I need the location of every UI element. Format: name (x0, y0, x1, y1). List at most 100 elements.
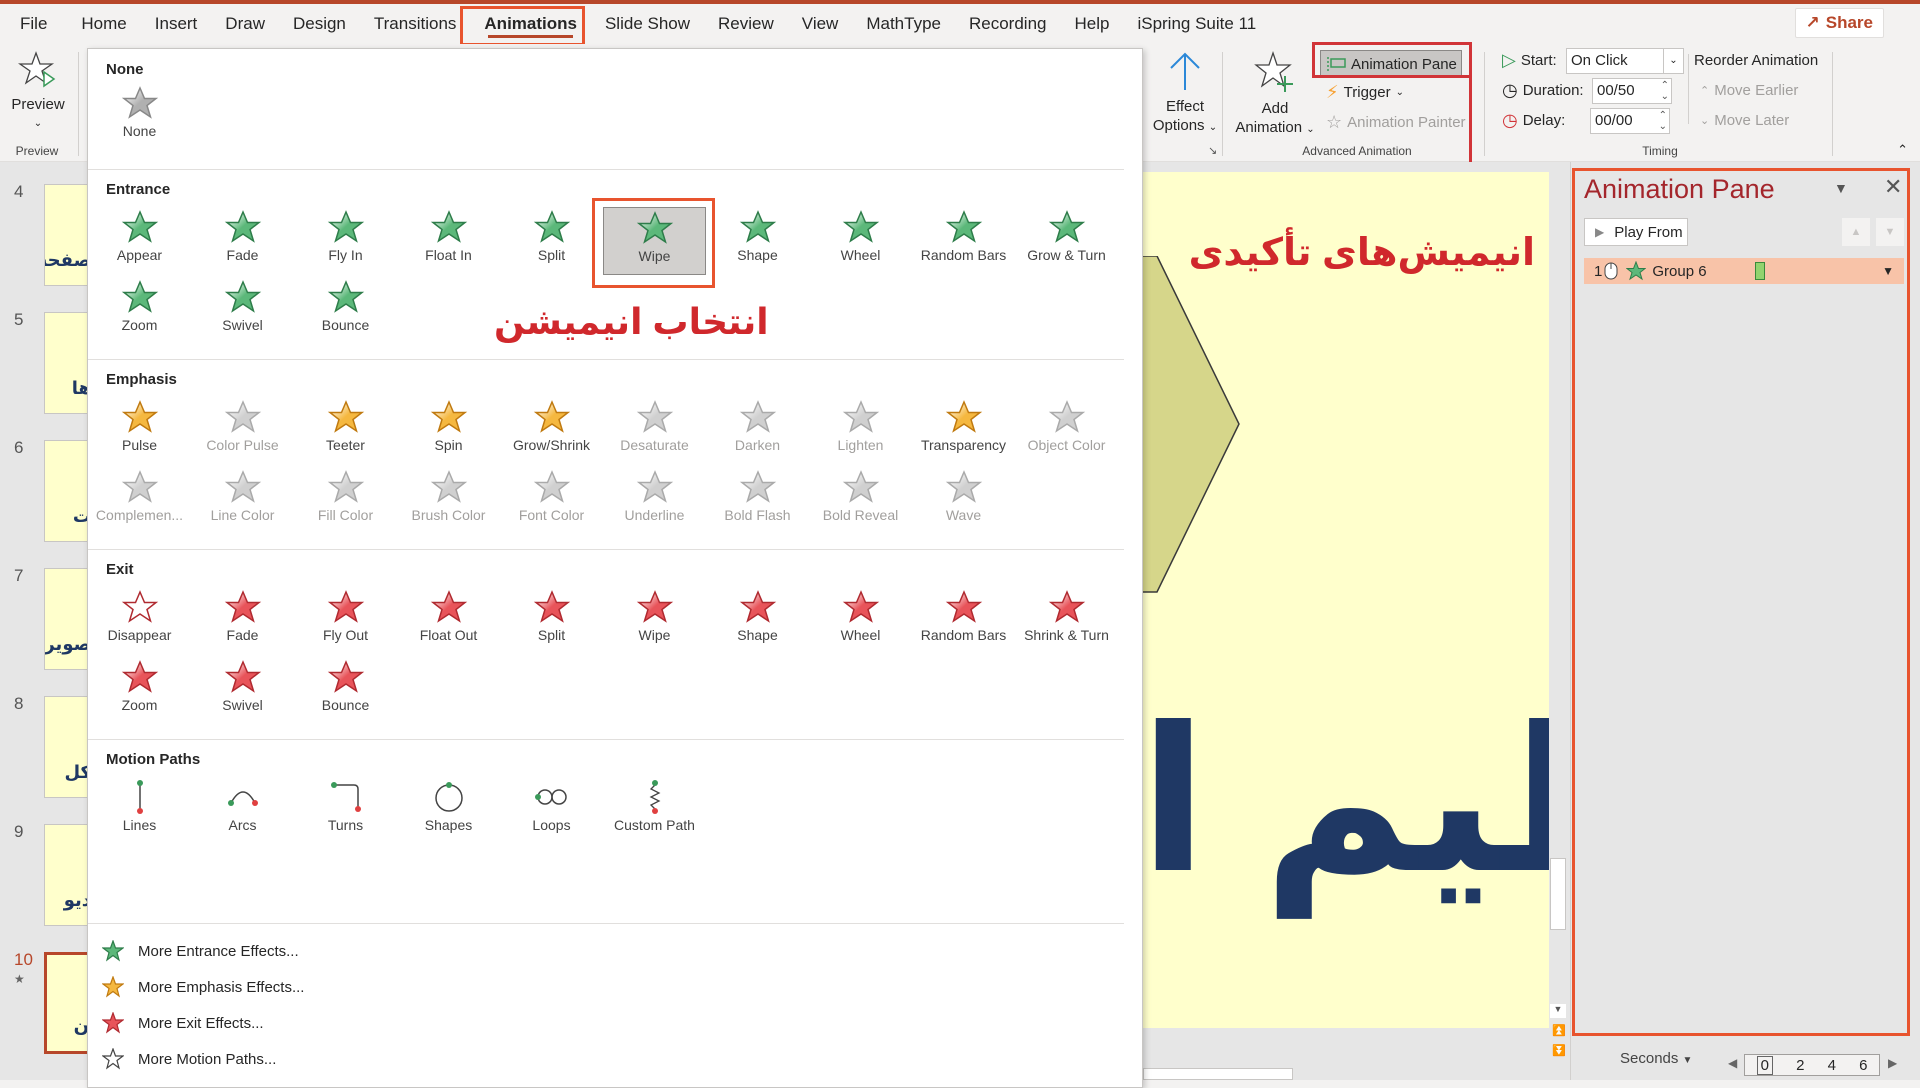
exit-effect-shrink-turn[interactable]: Shrink & Turn (1015, 587, 1118, 655)
entrance-effect-zoom[interactable]: Zoom (88, 277, 191, 345)
emphasis-effect-line-color[interactable]: Line Color (191, 467, 294, 535)
scrollbar-thumb[interactable] (1550, 858, 1566, 930)
tab-design[interactable]: Design (279, 4, 360, 44)
emphasis-effect-teeter[interactable]: Teeter (294, 397, 397, 465)
slide-thumbnail[interactable]: صفحه (44, 184, 90, 286)
timeline-left-icon[interactable]: ◀ (1728, 1056, 1737, 1070)
tab-animations[interactable]: Animations (470, 4, 591, 44)
entrance-effect-random-bars[interactable]: Random Bars (912, 207, 1015, 275)
vertical-scrollbar[interactable]: ▼ ⏫ ⏬ (1549, 172, 1567, 1072)
seconds-dropdown[interactable]: Seconds ▼ (1620, 1050, 1692, 1067)
slide-thumbnail[interactable]: دیو (44, 824, 90, 926)
emphasis-effect-pulse[interactable]: Pulse (88, 397, 191, 465)
slide-thumbnail[interactable]: کل (44, 696, 90, 798)
tab-mathtype[interactable]: MathType (852, 4, 955, 44)
emphasis-effect-brush-color[interactable]: Brush Color (397, 467, 500, 535)
entrance-effect-float-in[interactable]: Float In (397, 207, 500, 275)
scroll-down-icon[interactable]: ▼ (1550, 1004, 1566, 1018)
tab-slide-show[interactable]: Slide Show (591, 4, 704, 44)
tab-help[interactable]: Help (1060, 4, 1123, 44)
entrance-effect-shape[interactable]: Shape (706, 207, 809, 275)
previous-slide-icon[interactable]: ⏫ (1552, 1024, 1566, 1037)
next-slide-icon[interactable]: ⏬ (1552, 1044, 1566, 1057)
emphasis-effect-underline[interactable]: Underline (603, 467, 706, 535)
play-from-button[interactable]: ▶ Play From (1584, 218, 1688, 246)
timing-bar[interactable] (1754, 262, 1765, 280)
exit-effect-random-bars[interactable]: Random Bars (912, 587, 1015, 655)
tab-home[interactable]: Home (67, 4, 140, 44)
timeline-right-icon[interactable]: ▶ (1888, 1056, 1897, 1070)
preview-button[interactable]: Preview ⌄ (8, 50, 68, 133)
delay-input[interactable]: 00/00 ⌃ ⌄ (1590, 108, 1670, 134)
share-button[interactable]: ↗ Share (1794, 8, 1884, 38)
exit-effect-split[interactable]: Split (500, 587, 603, 655)
entrance-effect-appear[interactable]: Appear (88, 207, 191, 275)
collapse-ribbon-icon[interactable]: ⌃ (1897, 142, 1908, 158)
pane-options-icon[interactable]: ▼ (1834, 180, 1848, 196)
tab-insert[interactable]: Insert (141, 4, 212, 44)
tab-view[interactable]: View (788, 4, 853, 44)
motion-effect-shapes[interactable]: Shapes (397, 777, 500, 845)
entrance-effect-split[interactable]: Split (500, 207, 603, 275)
add-animation-button[interactable]: Add Animation ⌄ (1232, 50, 1318, 139)
exit-effect-fly-out[interactable]: Fly Out (294, 587, 397, 655)
entrance-effect-fly-in[interactable]: Fly In (294, 207, 397, 275)
close-icon[interactable]: ✕ (1884, 174, 1902, 200)
move-later-button[interactable]: ⌄ Move Later (1700, 112, 1789, 129)
entrance-effect-wipe[interactable]: Wipe (603, 207, 706, 275)
timeline-ruler[interactable]: 0 2 4 6 (1744, 1054, 1880, 1076)
emphasis-effect-darken[interactable]: Darken (706, 397, 809, 465)
emphasis-effect-bold-reveal[interactable]: Bold Reveal (809, 467, 912, 535)
emphasis-effect-wave[interactable]: Wave (912, 467, 1015, 535)
exit-effect-float-out[interactable]: Float Out (397, 587, 500, 655)
spinner-icon[interactable]: ⌃ ⌄ (1659, 110, 1667, 132)
emphasis-effect-complemen[interactable]: Complemen... (88, 467, 191, 535)
emphasis-effect-font-color[interactable]: Font Color (500, 467, 603, 535)
emphasis-effect-grow-shrink[interactable]: Grow/Shrink (500, 397, 603, 465)
tab-draw[interactable]: Draw (211, 4, 279, 44)
scrollbar-thumb[interactable] (1143, 1068, 1293, 1080)
tab-review[interactable]: Review (704, 4, 788, 44)
entrance-effect-swivel[interactable]: Swivel (191, 277, 294, 345)
emphasis-effect-desaturate[interactable]: Desaturate (603, 397, 706, 465)
more-motion-effects-item[interactable]: More Motion Paths... (102, 1043, 276, 1075)
more-entrance-effects-item[interactable]: More Entrance Effects... (102, 935, 299, 967)
dialog-launcher-icon[interactable]: ↘ (1208, 144, 1217, 157)
emphasis-effect-color-pulse[interactable]: Color Pulse (191, 397, 294, 465)
entrance-effect-grow-turn[interactable]: Grow & Turn (1015, 207, 1118, 275)
emphasis-effect-object-color[interactable]: Object Color (1015, 397, 1118, 465)
animation-list-item[interactable]: 1 Group 6 ▼ (1584, 258, 1904, 284)
exit-effect-shape[interactable]: Shape (706, 587, 809, 655)
trigger-button[interactable]: ⚡ Trigger ⌄ (1326, 82, 1404, 103)
more-emphasis-effects-item[interactable]: More Emphasis Effects... (102, 971, 304, 1003)
emphasis-effect-lighten[interactable]: Lighten (809, 397, 912, 465)
slide-body-text[interactable]: ظیم ا (1143, 702, 1551, 902)
move-earlier-button[interactable]: ⌃ Move Earlier (1700, 82, 1798, 99)
tab-recording[interactable]: Recording (955, 4, 1061, 44)
move-up-button[interactable]: ▲ (1842, 218, 1870, 246)
exit-effect-zoom[interactable]: Zoom (88, 657, 191, 725)
exit-effect-swivel[interactable]: Swivel (191, 657, 294, 725)
slide-title[interactable]: انیمیش‌های تأکیدی (1189, 230, 1535, 275)
hexagon-shape[interactable] (1143, 256, 1253, 596)
emphasis-effect-fill-color[interactable]: Fill Color (294, 467, 397, 535)
motion-effect-custom-path[interactable]: Custom Path (603, 777, 706, 845)
exit-effect-wheel[interactable]: Wheel (809, 587, 912, 655)
item-menu-icon[interactable]: ▼ (1882, 264, 1894, 278)
tab-file[interactable]: File (0, 4, 67, 44)
duration-input[interactable]: 00/50 ⌃ ⌄ (1592, 78, 1672, 104)
slide-thumbnail[interactable]: ها (44, 312, 90, 414)
motion-effect-arcs[interactable]: Arcs (191, 777, 294, 845)
exit-effect-disappear[interactable]: Disappear (88, 587, 191, 655)
entrance-effect-fade[interactable]: Fade (191, 207, 294, 275)
emphasis-effect-bold-flash[interactable]: Bold Flash (706, 467, 809, 535)
chevron-down-icon[interactable]: ⌄ (1663, 49, 1683, 73)
animation-painter-button[interactable]: ☆ Animation Painter (1326, 112, 1466, 133)
exit-effect-fade[interactable]: Fade (191, 587, 294, 655)
more-exit-effects-item[interactable]: More Exit Effects... (102, 1007, 264, 1039)
horizontal-scrollbar[interactable] (1143, 1068, 1543, 1080)
start-select[interactable]: On Click ⌄ (1566, 48, 1684, 74)
motion-effect-loops[interactable]: Loops (500, 777, 603, 845)
exit-effect-wipe[interactable]: Wipe (603, 587, 706, 655)
animation-pane-button[interactable]: Animation Pane (1320, 50, 1462, 78)
